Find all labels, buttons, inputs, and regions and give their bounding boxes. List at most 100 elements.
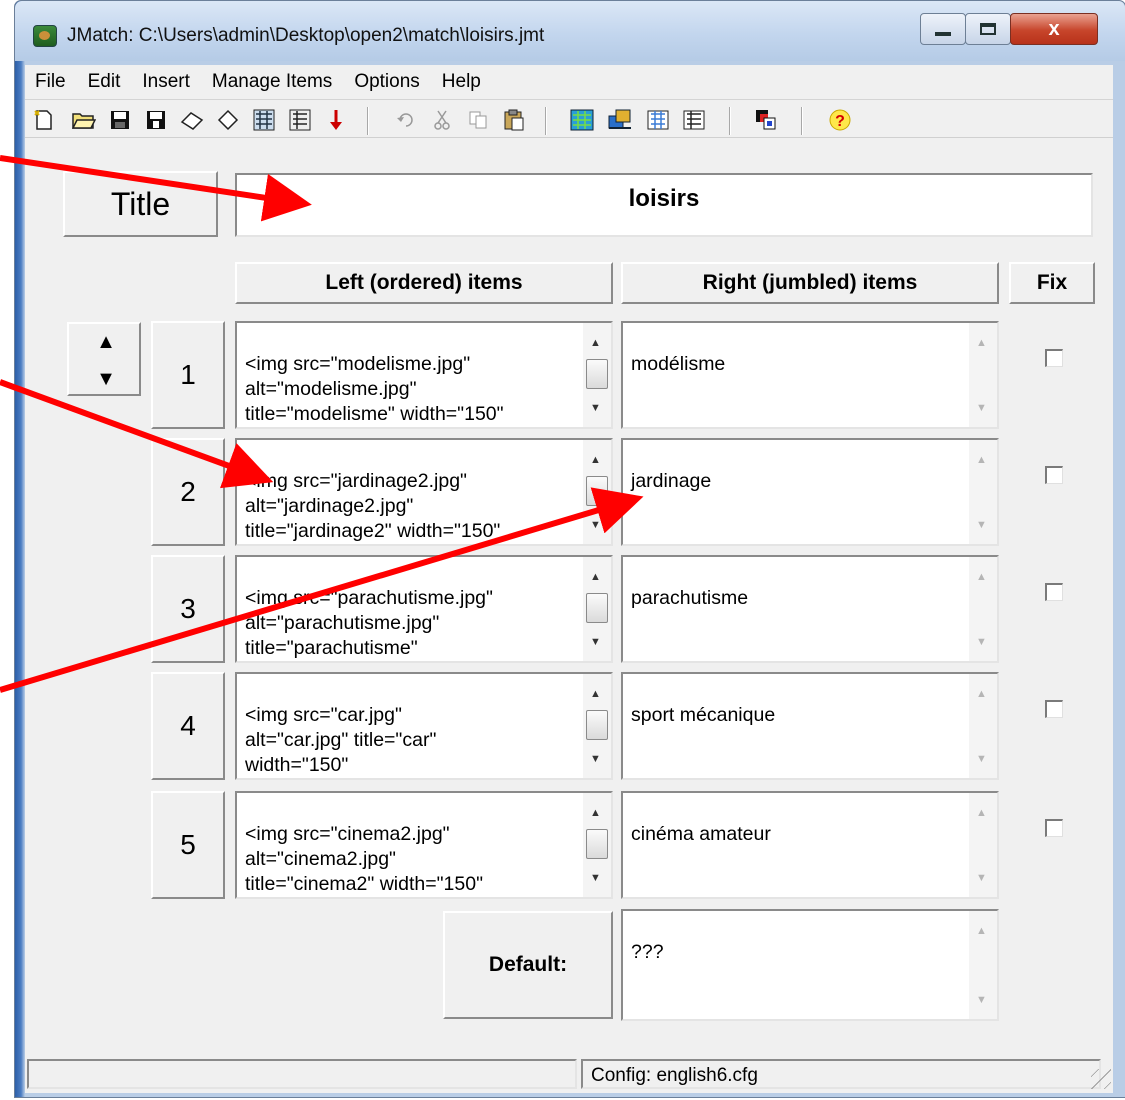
title-button[interactable]: Title <box>63 171 218 237</box>
scroll-down-icon[interactable]: ▼ <box>590 866 601 891</box>
vertical-scrollbar[interactable]: ▲ ▼ <box>583 674 611 778</box>
scroll-down-icon[interactable]: ▼ <box>590 396 601 421</box>
paste-icon[interactable] <box>501 107 527 133</box>
fix-checkbox[interactable] <box>1045 583 1063 601</box>
fix-header: Fix <box>1009 262 1095 304</box>
copy-icon[interactable] <box>465 107 491 133</box>
right-item-textbox[interactable]: sport mécanique ▲ ▼ <box>621 672 999 780</box>
scroll-up-icon[interactable]: ▲ <box>976 919 987 944</box>
move-up-button[interactable]: ▲ <box>69 324 143 361</box>
scroll-down-icon[interactable]: ▼ <box>590 513 601 538</box>
menu-options[interactable]: Options <box>343 71 430 93</box>
settings-icon[interactable] <box>753 107 779 133</box>
cut-icon[interactable] <box>429 107 455 133</box>
scroll-thumb[interactable] <box>586 476 608 506</box>
scroll-up-icon[interactable]: ▲ <box>590 801 601 826</box>
vertical-scrollbar[interactable]: ▲ ▼ <box>583 323 611 427</box>
scroll-down-icon[interactable]: ▼ <box>590 747 601 772</box>
close-button[interactable]: x <box>1010 13 1098 45</box>
title-bar[interactable]: JMatch: C:\Users\admin\Desktop\open2\mat… <box>15 1 1125 61</box>
scroll-up-icon[interactable]: ▲ <box>590 448 601 473</box>
right-item-textbox[interactable]: parachutisme ▲ ▼ <box>621 555 999 663</box>
scroll-up-icon[interactable]: ▲ <box>976 331 987 356</box>
scroll-down-icon[interactable]: ▼ <box>976 988 987 1013</box>
vertical-scrollbar[interactable]: ▲ ▼ <box>583 440 611 544</box>
scroll-down-icon[interactable]: ▼ <box>976 747 987 772</box>
eraser-icon[interactable] <box>179 107 205 133</box>
right-item-text: modélisme <box>631 353 726 375</box>
save-as-icon[interactable] <box>143 107 169 133</box>
menu-insert[interactable]: Insert <box>131 71 201 93</box>
exercise-icon[interactable] <box>251 107 277 133</box>
menu-file[interactable]: File <box>25 71 77 93</box>
right-item-textbox[interactable]: modélisme ▲ ▼ <box>621 321 999 429</box>
scroll-thumb[interactable] <box>586 593 608 623</box>
vertical-scrollbar[interactable]: ▲ ▼ <box>969 911 997 1019</box>
hotpot-icon[interactable] <box>287 107 313 133</box>
scroll-down-icon[interactable]: ▼ <box>976 513 987 538</box>
scroll-thumb[interactable] <box>586 710 608 740</box>
left-items-header: Left (ordered) items <box>235 262 613 304</box>
row-number-button[interactable]: 4 <box>151 672 225 780</box>
scroll-down-icon[interactable]: ▼ <box>976 630 987 655</box>
menu-edit[interactable]: Edit <box>77 71 132 93</box>
fix-checkbox[interactable] <box>1045 349 1063 367</box>
maximize-icon <box>980 23 996 35</box>
scroll-up-icon[interactable]: ▲ <box>590 682 601 707</box>
menu-help[interactable]: Help <box>431 71 492 93</box>
scroll-down-icon[interactable]: ▼ <box>976 866 987 891</box>
export-icon[interactable] <box>607 107 633 133</box>
new-file-icon[interactable] <box>31 107 57 133</box>
save-icon[interactable] <box>107 107 133 133</box>
arrow-down-icon[interactable] <box>323 107 349 133</box>
fix-checkbox[interactable] <box>1045 700 1063 718</box>
scroll-thumb[interactable] <box>586 829 608 859</box>
vertical-scrollbar[interactable]: ▲ ▼ <box>969 674 997 778</box>
scroll-thumb[interactable] <box>586 359 608 389</box>
left-item-textbox[interactable]: <img src="cinema2.jpg" alt="cinema2.jpg"… <box>235 791 613 899</box>
row-number-button[interactable]: 1 <box>151 321 225 429</box>
move-down-button[interactable]: ▼ <box>69 361 143 398</box>
vertical-scrollbar[interactable]: ▲ ▼ <box>583 557 611 661</box>
fix-checkbox[interactable] <box>1045 819 1063 837</box>
left-item-textbox[interactable]: <img src="car.jpg" alt="car.jpg" title="… <box>235 672 613 780</box>
minimize-button[interactable] <box>920 13 966 45</box>
left-item-textbox[interactable]: <img src="modelisme.jpg" alt="modelisme.… <box>235 321 613 429</box>
add-exercise-icon[interactable] <box>215 107 241 133</box>
left-item-textbox[interactable]: <img src="parachutisme.jpg" alt="parachu… <box>235 555 613 663</box>
open-folder-icon[interactable] <box>71 107 97 133</box>
scroll-up-icon[interactable]: ▲ <box>976 682 987 707</box>
help-icon[interactable]: ? <box>827 107 853 133</box>
scroll-up-icon[interactable]: ▲ <box>976 801 987 826</box>
row-number-button[interactable]: 2 <box>151 438 225 546</box>
vertical-scrollbar[interactable]: ▲ ▼ <box>969 323 997 427</box>
vertical-scrollbar[interactable]: ▲ ▼ <box>969 557 997 661</box>
vertical-scrollbar[interactable]: ▲ ▼ <box>583 793 611 897</box>
fix-checkbox[interactable] <box>1045 466 1063 484</box>
title-input[interactable]: loisirs <box>235 173 1093 237</box>
scroll-down-icon[interactable]: ▼ <box>590 630 601 655</box>
row-number-button[interactable]: 5 <box>151 791 225 899</box>
left-item-textbox[interactable]: <img src="jardinage2.jpg" alt="jardinage… <box>235 438 613 546</box>
scroll-up-icon[interactable]: ▲ <box>590 565 601 590</box>
vertical-scrollbar[interactable]: ▲ ▼ <box>969 793 997 897</box>
default-button[interactable]: Default: <box>443 911 613 1019</box>
row-number-button[interactable]: 3 <box>151 555 225 663</box>
status-config: Config: english6.cfg <box>581 1059 1101 1089</box>
vertical-scrollbar[interactable]: ▲ ▼ <box>969 440 997 544</box>
resize-grip[interactable] <box>1091 1069 1111 1089</box>
default-textbox[interactable]: ??? ▲ ▼ <box>621 909 999 1021</box>
scroll-up-icon[interactable]: ▲ <box>976 565 987 590</box>
scroll-up-icon[interactable]: ▲ <box>976 448 987 473</box>
scroll-down-icon[interactable]: ▼ <box>976 396 987 421</box>
config-icon[interactable] <box>681 107 707 133</box>
maximize-button[interactable] <box>965 13 1011 45</box>
menu-manage-items[interactable]: Manage Items <box>201 71 343 93</box>
undo-icon[interactable] <box>393 107 419 133</box>
right-item-textbox[interactable]: cinéma amateur ▲ ▼ <box>621 791 999 899</box>
right-item-textbox[interactable]: jardinage ▲ ▼ <box>621 438 999 546</box>
left-item-text: <img src="jardinage2.jpg" alt="jardinage… <box>245 470 501 542</box>
scroll-up-icon[interactable]: ▲ <box>590 331 601 356</box>
web-page-icon[interactable] <box>569 107 595 133</box>
drag-drop-icon[interactable] <box>645 107 671 133</box>
